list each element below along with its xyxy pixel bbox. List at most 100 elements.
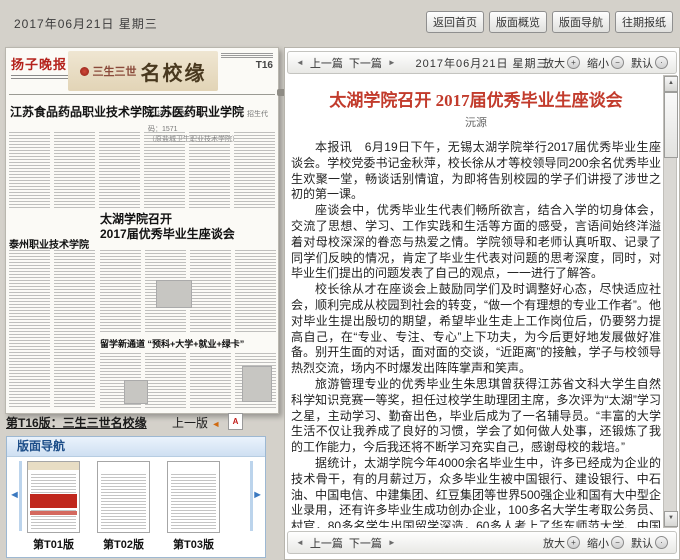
article-paragraph: 据统计，太湖学院今年4000余名毕业生中，许多已经成为企业的技术骨干，有的月薪过… — [291, 456, 661, 528]
page-overview-button[interactable]: 版面概览 — [489, 11, 547, 33]
current-page-line: 第T16版：三生三世名校缘 上一版 ◄ A — [6, 414, 278, 432]
zoom-reset-label: 默认 — [631, 55, 653, 71]
text-column — [144, 132, 185, 208]
article-author: 沅源 — [291, 114, 661, 130]
zoom-in-label: 放大 — [543, 535, 565, 551]
headline-right-top-text: 江苏医药职业学院 — [148, 105, 244, 119]
next-article-button[interactable]: 下一篇 — [349, 535, 382, 551]
scroll-up-icon[interactable]: ▲ — [664, 76, 678, 92]
article-photo — [156, 280, 192, 308]
zoom-out-button[interactable]: 缩小− — [587, 535, 624, 551]
article-photo — [242, 366, 272, 402]
prev-article-button[interactable]: 上一篇 — [310, 55, 343, 71]
home-button[interactable]: 返回首页 — [426, 11, 484, 33]
board-navigation-body: ◄ 第T01版 第T02版 — [7, 457, 265, 557]
pdf-icon[interactable]: A — [228, 413, 243, 430]
scroll-down-icon[interactable]: ▼ — [664, 511, 678, 527]
thumb-text — [101, 474, 146, 529]
top-button-group: 返回首页 版面概览 版面导航 往期报纸 — [426, 11, 673, 33]
article-title: 太湖学院召开 2017届优秀毕业生座谈会 — [299, 90, 653, 112]
past-issues-button[interactable]: 往期报纸 — [615, 11, 673, 33]
zoom-out-label: 缩小 — [587, 535, 609, 551]
board-thumb-label[interactable]: 第T03版 — [167, 536, 220, 552]
zoom-in-icon: + — [567, 56, 580, 69]
text-column — [9, 132, 50, 208]
newsprint-columns — [9, 250, 95, 408]
zoom-reset-button[interactable]: 默认· — [631, 535, 668, 551]
board-thumb-t02[interactable]: 第T02版 — [97, 461, 150, 552]
next-article-icon: ► — [388, 58, 396, 67]
article-photo — [124, 380, 148, 404]
article-scrollbar[interactable]: ▲ ▼ — [663, 75, 677, 528]
zoom-in-button[interactable]: 放大+ — [543, 55, 580, 71]
zoom-reset-icon: · — [655, 56, 668, 69]
text-column — [145, 353, 186, 409]
top-bar: 2017年06月21日 星期三 返回首页 版面概览 版面导航 往期报纸 — [0, 0, 680, 44]
prev-article-icon: ◄ — [296, 58, 304, 67]
headline-left-mid[interactable]: 泰州职业技术学院 — [9, 236, 97, 251]
text-column — [189, 132, 230, 208]
next-article-icon: ► — [388, 538, 396, 547]
article-paragraph: 座谈会中，优秀毕业生代表们畅所欲言，结合入学的切身体会，交流了思想、学习、工作实… — [291, 203, 661, 282]
selected-article-headline[interactable]: 太湖学院召开 2017届优秀毕业生座谈会 — [100, 212, 276, 242]
prev-article-button[interactable]: 上一篇 — [310, 535, 343, 551]
board-next-arrow-icon[interactable]: ► — [252, 489, 263, 501]
previous-page-link[interactable]: 上一版 ◄ — [172, 414, 220, 431]
headline-sub[interactable]: 留学新通道 “预科+大学+就业+绿卡” — [100, 337, 276, 350]
board-navigation-panel: 版面导航 ◄ 第T01版 第T02版 — [6, 436, 266, 558]
article-paragraph: 旅游管理专业的优秀毕业生朱思琪曾获得江苏省文科大学生自然科学知识竞赛一等奖，担任… — [291, 377, 661, 456]
thumb-masthead — [28, 462, 79, 470]
article-reader-pane: ◄ 上一篇 下一篇 ► 2017年06月21日 星期三 放大+ 缩小− 默认· … — [284, 47, 680, 560]
zoom-in-label: 放大 — [543, 55, 565, 71]
newspaper-page-image[interactable]: 扬子晚报 三生三世 名校缘 T16 江苏食品药品职业技术学院招生代码：1951 … — [5, 47, 279, 414]
headline-right-top[interactable]: 江苏医药职业学院招生代码：1571 （原盐城卫生职业技术学院） — [148, 103, 278, 134]
selected-article-headline-line1: 太湖学院召开 — [100, 212, 276, 227]
article-body: 太湖学院召开 2017届优秀毕业生座谈会 沅源 本报讯 6月19日下午，无锡太湖… — [291, 76, 661, 528]
scrollbar-thumb[interactable] — [664, 92, 678, 158]
board-navigation-title: 版面导航 — [7, 437, 265, 457]
thumb-ad-line — [30, 511, 77, 515]
zoom-reset-label: 默认 — [631, 535, 653, 551]
zoom-in-button[interactable]: 放大+ — [543, 535, 580, 551]
next-article-button[interactable]: 下一篇 — [349, 55, 382, 71]
current-page-link[interactable]: 第T16版：三生三世名校缘 — [6, 414, 147, 431]
corner-info-lines — [221, 53, 273, 58]
board-thumb-image-t01 — [27, 461, 80, 533]
thumb-ad-band — [30, 494, 77, 508]
previous-page-label: 上一版 — [172, 416, 208, 430]
masthead-corner: T16 — [221, 53, 273, 71]
headline-left-top-text: 江苏食品药品职业技术学院 — [10, 105, 154, 119]
article-paragraph: 本报讯 6月19日下午，无锡太湖学院举行2017届优秀毕业生座谈会。学校党委书记… — [291, 140, 661, 203]
text-column — [190, 353, 231, 409]
board-thumb-image-t03 — [167, 461, 220, 533]
banner-small-text: 三生三世 — [93, 63, 137, 79]
zoom-out-icon: − — [611, 536, 624, 549]
special-edition-banner: 三生三世 名校缘 — [68, 51, 218, 91]
article-nav-group: ◄ 上一篇 下一篇 ► — [296, 532, 396, 553]
zoom-out-button[interactable]: 缩小− — [587, 55, 624, 71]
text-column — [9, 250, 50, 408]
zoom-out-label: 缩小 — [587, 55, 609, 71]
text-column — [54, 250, 95, 408]
board-thumb-image-t02 — [97, 461, 150, 533]
thumb-text — [171, 474, 216, 529]
flower-icon — [80, 67, 89, 76]
text-column — [190, 250, 231, 332]
prev-page-icon: ◄ — [211, 419, 220, 429]
text-column — [99, 132, 140, 208]
board-thumb-label[interactable]: 第T02版 — [97, 536, 150, 552]
board-rail-left — [19, 461, 22, 531]
board-thumb-t01[interactable]: 第T01版 — [27, 461, 80, 552]
article-nav-group: ◄ 上一篇 下一篇 ► — [296, 52, 396, 73]
board-thumb-t03[interactable]: 第T03版 — [167, 461, 220, 552]
board-thumb-label[interactable]: 第T01版 — [27, 536, 80, 552]
corner-page-number: T16 — [221, 60, 273, 71]
masthead-rule — [9, 94, 275, 95]
zoom-reset-button[interactable]: 默认· — [631, 55, 668, 71]
zoom-group: 放大+ 缩小− 默认· — [543, 52, 668, 73]
zoom-in-icon: + — [567, 536, 580, 549]
newsprint-columns — [9, 132, 275, 208]
selected-article-headline-line2: 2017届优秀毕业生座谈会 — [100, 227, 276, 242]
page-navigation-button[interactable]: 版面导航 — [552, 11, 610, 33]
article-paragraph: 校长徐从才在座谈会上鼓励同学们及时调整好心态，尽快适应社会，顺利完成从校园到社会… — [291, 282, 661, 377]
